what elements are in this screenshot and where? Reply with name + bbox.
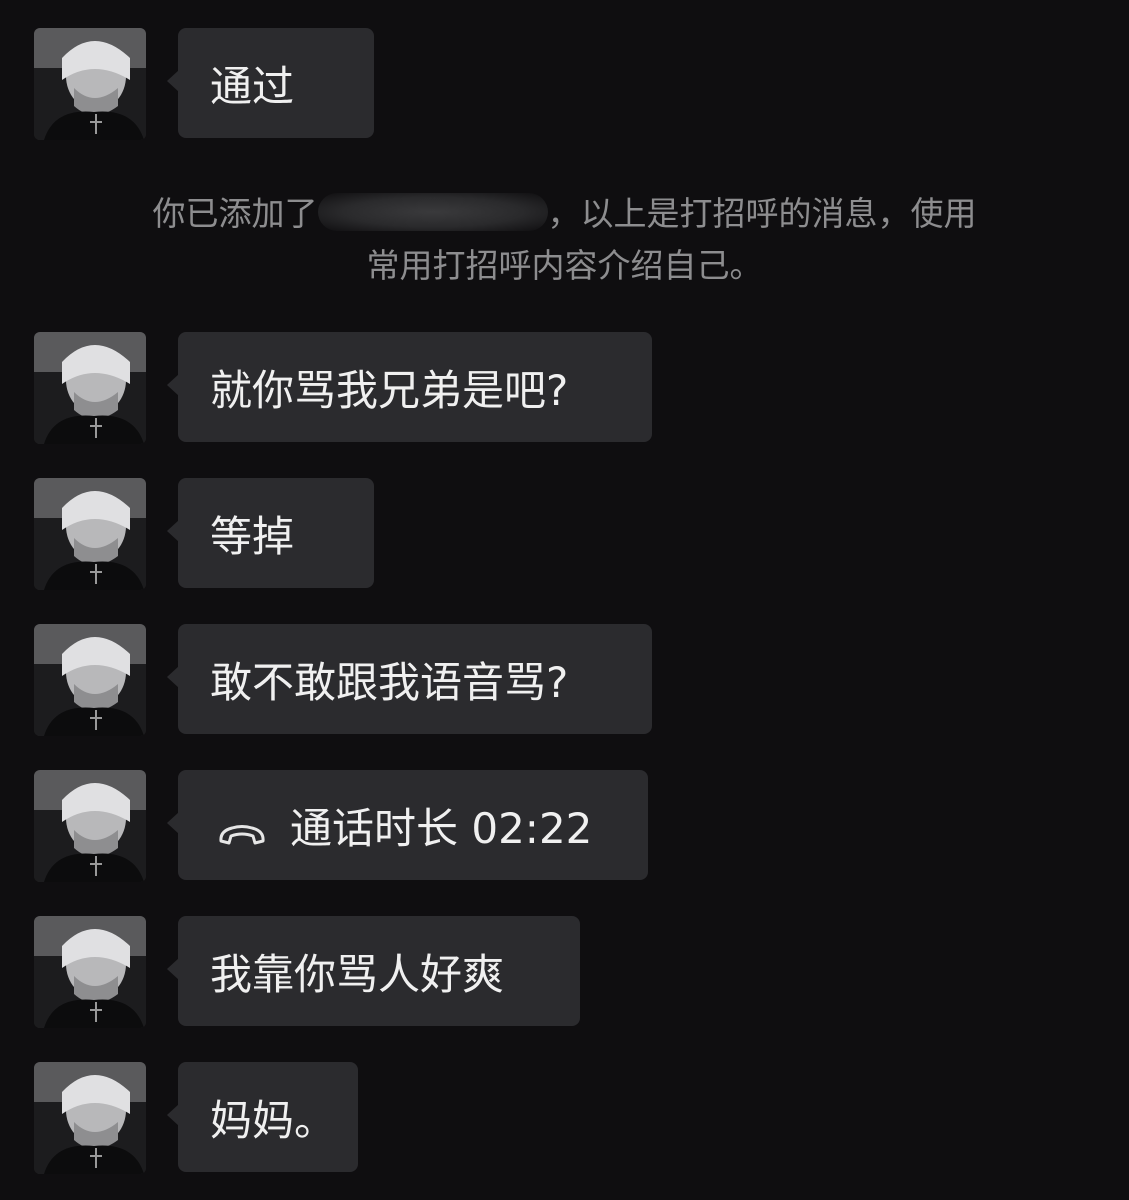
system-notice: 你已添加了 ，以上是打招呼的消息，使用 常用打招呼内容介绍自己。 [60, 188, 1069, 292]
call-record-bubble[interactable]: 通话时长 02:22 [167, 770, 648, 880]
message-text: 我靠你骂人好爽 [210, 949, 505, 999]
avatar-image [34, 1062, 146, 1174]
message-bubble[interactable]: 就你骂我兄弟是吧? [167, 332, 652, 442]
avatar[interactable] [34, 28, 146, 140]
message-text: 等掉 [210, 511, 295, 561]
avatar-image [34, 916, 146, 1028]
message-bubble[interactable]: 妈妈。 [167, 1062, 358, 1172]
avatar-image [34, 28, 146, 140]
avatar[interactable] [34, 332, 146, 444]
message-text: 通过 [210, 61, 295, 111]
message-text: 敢不敢跟我语音骂? [210, 657, 569, 707]
message-bubble[interactable]: 通过 [167, 28, 374, 138]
message-bubble[interactable]: 我靠你骂人好爽 [167, 916, 580, 1026]
system-notice-after: ，以上是打招呼的消息，使用 [547, 194, 977, 233]
blurred-contact-name [317, 193, 548, 231]
avatar[interactable] [34, 624, 146, 736]
avatar-image [34, 624, 146, 736]
system-notice-before: 你已添加了 [152, 194, 318, 233]
message-text: 妈妈。 [210, 1095, 337, 1145]
message-bubble[interactable]: 敢不敢跟我语音骂? [167, 624, 652, 734]
avatar-image [34, 770, 146, 882]
system-notice-line2: 常用打招呼内容介绍自己。 [366, 246, 763, 285]
message-text: 就你骂我兄弟是吧? [210, 365, 569, 415]
message-bubble[interactable]: 等掉 [167, 478, 374, 588]
avatar-image [34, 332, 146, 444]
avatar-image [34, 478, 146, 590]
avatar[interactable] [34, 478, 146, 590]
avatar[interactable] [34, 770, 146, 882]
chat-window: 通过 你已添加了 ，以上是打招呼的消息，使用 常用打招呼内容介绍自己。 就你骂我兄… [0, 0, 1129, 1200]
call-duration-text: 通话时长 02:22 [290, 803, 593, 853]
avatar[interactable] [34, 1062, 146, 1174]
phone-hangup-icon [216, 810, 268, 845]
avatar[interactable] [34, 916, 146, 1028]
